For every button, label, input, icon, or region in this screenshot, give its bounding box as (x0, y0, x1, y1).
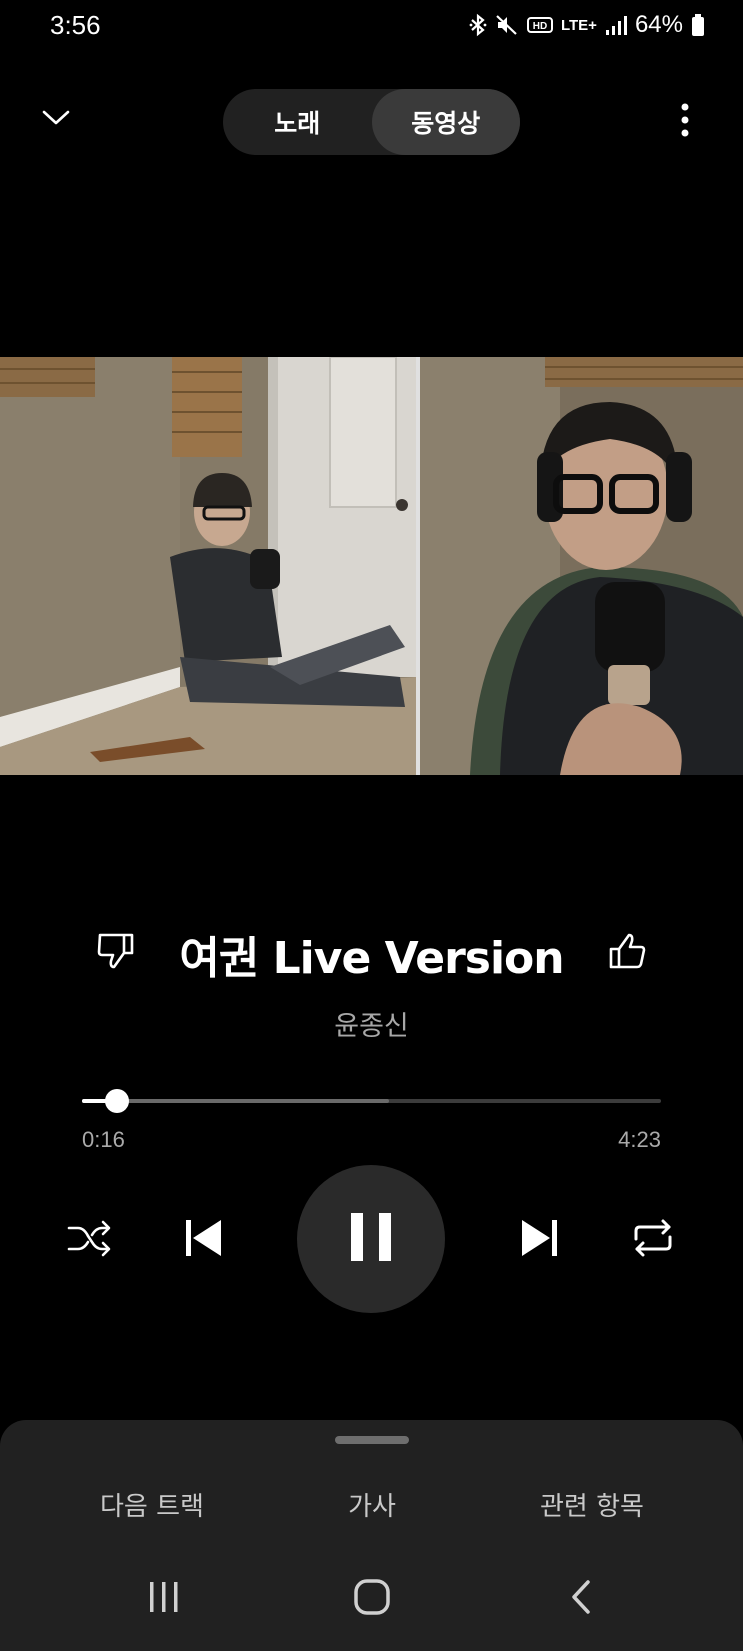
battery-icon (691, 13, 705, 37)
tab-related[interactable]: 관련 항목 (492, 1486, 692, 1523)
status-bar: 3:56 HD LTE+ 64% (0, 0, 743, 52)
recents-icon (147, 1580, 181, 1618)
more-vertical-icon (681, 103, 689, 141)
mute-icon (495, 13, 519, 37)
battery-percent: 64% (634, 11, 683, 38)
repeat-icon (631, 1217, 675, 1263)
next-icon (520, 1218, 560, 1262)
status-icons: HD LTE+ 64% (469, 10, 705, 40)
current-time: 0:16 (82, 1127, 125, 1152)
like-button[interactable] (604, 930, 650, 976)
sheet-drag-handle[interactable] (335, 1436, 409, 1444)
dislike-button[interactable] (93, 930, 139, 976)
song-video-toggle: 노래 동영상 (223, 89, 520, 155)
video-frame (0, 357, 743, 775)
home-button[interactable] (342, 1578, 402, 1620)
video-player[interactable] (0, 357, 743, 775)
tab-lyrics[interactable]: 가사 (272, 1486, 472, 1523)
hd-voice-icon: HD (526, 13, 553, 37)
back-button[interactable] (551, 1578, 611, 1620)
chevron-down-icon (40, 108, 72, 132)
tab-video[interactable]: 동영상 (371, 89, 520, 155)
track-title: 여권 Live Version (179, 933, 564, 984)
seek-bar[interactable] (82, 1089, 661, 1113)
bluetooth-icon (469, 13, 487, 37)
total-time: 4:23 (618, 1127, 661, 1152)
next-button[interactable] (513, 1213, 567, 1267)
tab-up-next[interactable]: 다음 트랙 (52, 1486, 252, 1523)
pause-icon (349, 1212, 393, 1266)
repeat-button[interactable] (626, 1213, 680, 1267)
pause-button[interactable] (297, 1165, 445, 1313)
seek-thumb[interactable] (105, 1089, 130, 1113)
status-time: 3:56 (50, 10, 101, 40)
tab-song[interactable]: 노래 (223, 89, 372, 155)
shuffle-button[interactable] (62, 1213, 116, 1267)
more-options-button[interactable] (670, 102, 700, 142)
track-artist[interactable]: 윤종신 (150, 1004, 593, 1043)
lte-icon: LTE+ (560, 16, 597, 34)
collapse-button[interactable] (36, 100, 76, 140)
back-icon (569, 1579, 593, 1619)
signal-icon (605, 14, 627, 36)
shuffle-icon (66, 1218, 112, 1262)
thumbs-down-icon (96, 931, 136, 975)
previous-icon (183, 1218, 223, 1262)
recents-button[interactable] (134, 1578, 194, 1620)
previous-button[interactable] (176, 1213, 230, 1267)
home-icon (353, 1578, 391, 1620)
svg-text:HD: HD (533, 21, 547, 32)
thumbs-up-icon (607, 931, 647, 975)
